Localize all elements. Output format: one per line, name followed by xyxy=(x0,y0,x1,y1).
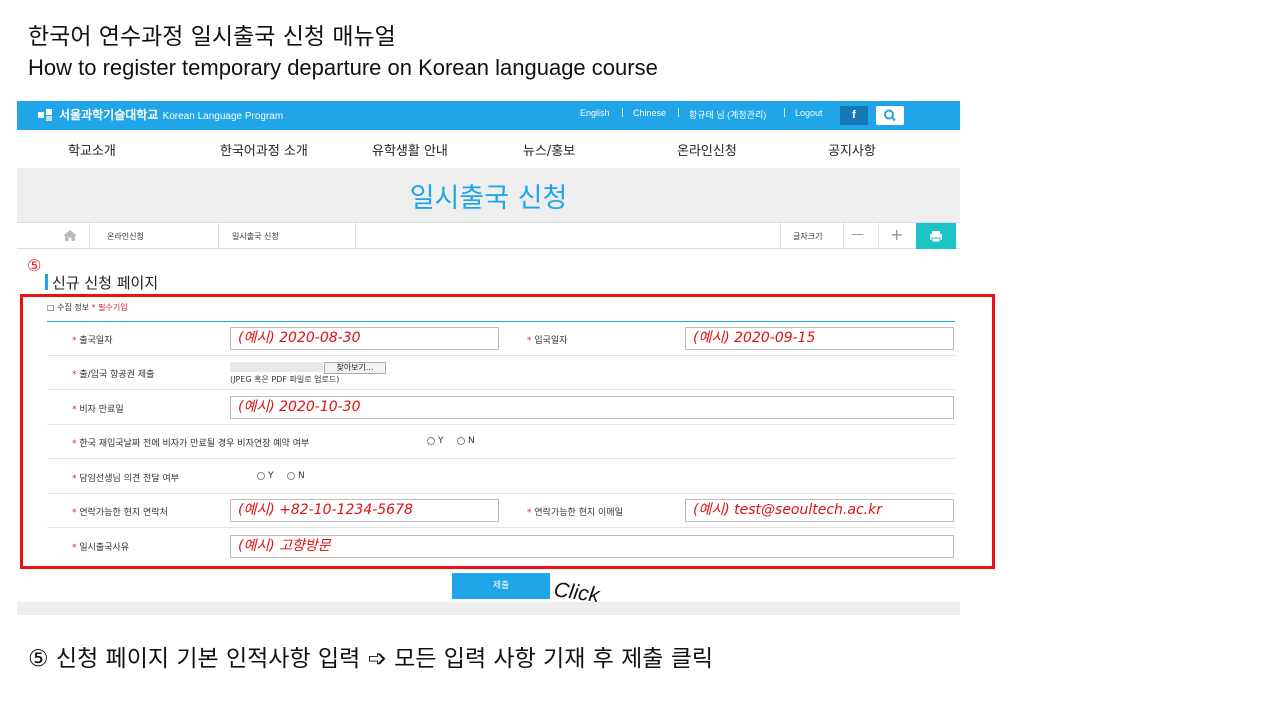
logout-link[interactable]: Logout xyxy=(795,108,823,118)
page-banner: 일시출국 신청 xyxy=(17,168,960,222)
facebook-button[interactable]: f xyxy=(840,106,868,125)
nav-item-student-life[interactable]: 유학생활 안내 xyxy=(372,140,448,159)
nav-item-notice[interactable]: 공지사항 xyxy=(828,140,876,159)
school-logo[interactable]: 서울과학기술대학교 Korean Language Program xyxy=(59,106,283,123)
slide-subtitle: How to register temporary departure on K… xyxy=(28,55,658,80)
slide-title: 한국어 연수과정 일시출국 신청 매뉴얼 xyxy=(28,24,396,50)
breadcrumb-departure[interactable]: 일시출국 신청 xyxy=(232,231,279,242)
footer-bar xyxy=(17,602,960,615)
font-size-label: 글자크기 xyxy=(793,232,823,241)
english-link[interactable]: English xyxy=(580,108,610,118)
school-logo-icon xyxy=(38,109,52,121)
font-increase-button[interactable]: + xyxy=(890,225,903,244)
account-link[interactable]: 황규태 님 (계정관리) xyxy=(689,108,766,121)
school-name: 서울과학기술대학교 xyxy=(59,108,159,122)
font-decrease-button[interactable]: — xyxy=(851,227,864,242)
search-button[interactable] xyxy=(876,106,904,125)
breadcrumb: 온라인신청 일시출국 신청 글자크기 — + xyxy=(17,222,960,249)
nav-item-school[interactable]: 학교소개 xyxy=(68,140,116,159)
page-title: 일시출국 신청 xyxy=(409,183,568,214)
nav-item-news[interactable]: 뉴스/홍보 xyxy=(523,140,575,159)
print-icon xyxy=(930,231,942,243)
home-icon[interactable] xyxy=(62,229,78,242)
section-accent-bar xyxy=(45,274,48,290)
highlight-box xyxy=(20,294,995,569)
section-title: 신규 신청 페이지 xyxy=(52,274,159,292)
nav-item-course[interactable]: 한국어과정 소개 xyxy=(220,140,308,159)
main-nav: 학교소개 한국어과정 소개 유학생활 안내 뉴스/홍보 온라인신청 공지사항 xyxy=(17,130,960,168)
program-name: Korean Language Program xyxy=(162,111,284,122)
step-marker: ⑤ xyxy=(27,256,42,275)
print-button[interactable] xyxy=(916,223,956,249)
top-bar: 서울과학기술대학교 Korean Language Program Englis… xyxy=(17,101,960,130)
submit-button[interactable]: 제출 xyxy=(452,573,550,599)
breadcrumb-apply[interactable]: 온라인신청 xyxy=(107,231,144,242)
step-caption: ⑤ 신청 페이지 기본 인적사항 입력 ➩ 모든 입력 사항 기재 후 제출 클… xyxy=(28,646,714,672)
search-icon xyxy=(884,109,896,122)
chinese-link[interactable]: Chinese xyxy=(633,108,666,118)
nav-item-apply[interactable]: 온라인신청 xyxy=(677,140,737,159)
